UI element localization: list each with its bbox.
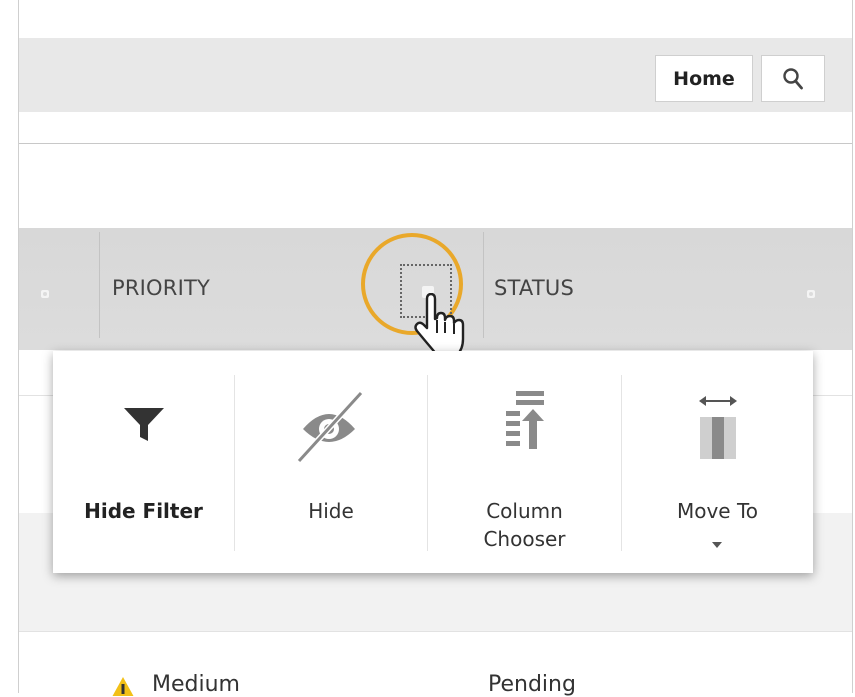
menu-item-move-to[interactable]: Move To <box>622 351 813 573</box>
divider <box>19 143 852 144</box>
status-cell: Pending <box>488 672 576 697</box>
gear-icon[interactable] <box>804 287 818 301</box>
menu-item-label: Move To <box>676 499 759 523</box>
menu-item-label: Column Chooser <box>483 499 566 551</box>
column-context-menu: Hide Filter Hide Column Chooser Move To <box>53 351 813 573</box>
eye-slash-icon <box>296 390 364 464</box>
column-chooser-icon <box>505 391 544 449</box>
gear-icon[interactable] <box>38 287 52 301</box>
menu-item-column-chooser[interactable]: Column Chooser <box>428 351 621 573</box>
filter-icon <box>123 408 164 441</box>
chevron-down-icon[interactable] <box>711 541 723 549</box>
column-separator[interactable] <box>483 232 484 338</box>
priority-cell: Medium <box>152 672 240 697</box>
warning-icon <box>112 677 134 696</box>
search-icon <box>783 67 803 89</box>
column-header-status[interactable]: STATUS <box>494 276 574 300</box>
home-button[interactable]: Home <box>655 55 753 102</box>
menu-item-label: Hide Filter <box>84 499 203 523</box>
column-separator[interactable] <box>99 232 100 338</box>
row-divider <box>19 631 852 632</box>
move-column-icon <box>698 396 737 459</box>
search-button[interactable] <box>761 55 825 102</box>
menu-item-hide[interactable]: Hide <box>235 351 427 573</box>
menu-item-hide-filter[interactable]: Hide Filter <box>53 351 234 573</box>
column-header-priority[interactable]: PRIORITY <box>112 276 210 300</box>
frame-right-border <box>852 0 853 693</box>
menu-item-label: Hide <box>308 499 354 523</box>
hand-pointer-icon <box>414 293 465 357</box>
